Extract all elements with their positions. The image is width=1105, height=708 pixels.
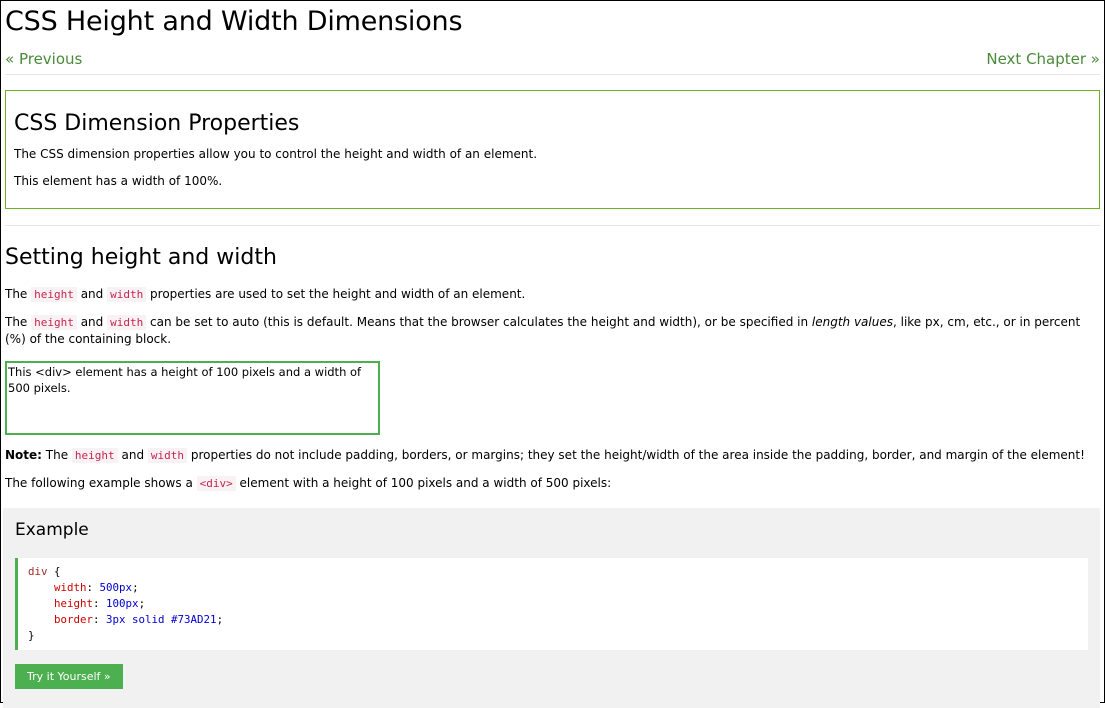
example-intro-paragraph: The following example shows a <div> elem… — [5, 476, 612, 491]
example-panel: Example div { width: 500px; height: 100p… — [3, 508, 1100, 708]
properties-paragraph: The height and width properties are used… — [5, 287, 526, 302]
code-selector: div — [28, 565, 48, 578]
divider — [5, 74, 1100, 75]
chapter-nav: « Previous Next Chapter » — [5, 48, 1100, 70]
page: CSS Height and Width Dimensions « Previo… — [1, 1, 1104, 708]
example-heading: Example — [15, 520, 89, 540]
code-property: height — [54, 597, 94, 610]
code-value: 100px — [106, 597, 139, 610]
code-close-brace: } — [28, 629, 35, 642]
divider — [5, 225, 1100, 226]
code-property: border — [54, 613, 94, 626]
code-height: height — [71, 448, 118, 463]
dimension-properties-heading: CSS Dimension Properties — [14, 111, 300, 136]
width-paragraph: This element has a width of 100%. — [14, 174, 223, 188]
try-it-yourself-button[interactable]: Try it Yourself » — [15, 664, 123, 689]
intro-paragraph: The CSS dimension properties allow you t… — [14, 147, 538, 161]
next-chapter-link[interactable]: Next Chapter » — [986, 48, 1100, 70]
note-label: Note: — [5, 448, 42, 462]
dimension-properties-box: CSS Dimension Properties The CSS dimensi… — [5, 90, 1100, 209]
auto-paragraph: The height and width can be set to auto … — [5, 315, 1081, 346]
section-heading: Setting height and width — [5, 245, 277, 270]
page-title: CSS Height and Width Dimensions — [5, 6, 463, 37]
note-paragraph: Note: The height and width properties do… — [5, 448, 1085, 463]
code-div: <div> — [196, 476, 236, 491]
code-height: height — [31, 287, 77, 302]
code-width: width — [107, 315, 147, 330]
code-value: 500px — [99, 581, 133, 594]
code-value: 3px solid #73AD21 — [106, 613, 217, 626]
code-width: width — [147, 448, 188, 463]
code-height: height — [31, 315, 77, 330]
code-width: width — [107, 287, 147, 302]
code-block: div { width: 500px; height: 100px; borde… — [15, 558, 1088, 650]
demo-div-box: This <div> element has a height of 100 p… — [5, 361, 380, 435]
length-values-emphasis: length values — [811, 315, 893, 329]
code-property: width — [54, 581, 87, 594]
previous-link[interactable]: « Previous — [5, 48, 82, 70]
